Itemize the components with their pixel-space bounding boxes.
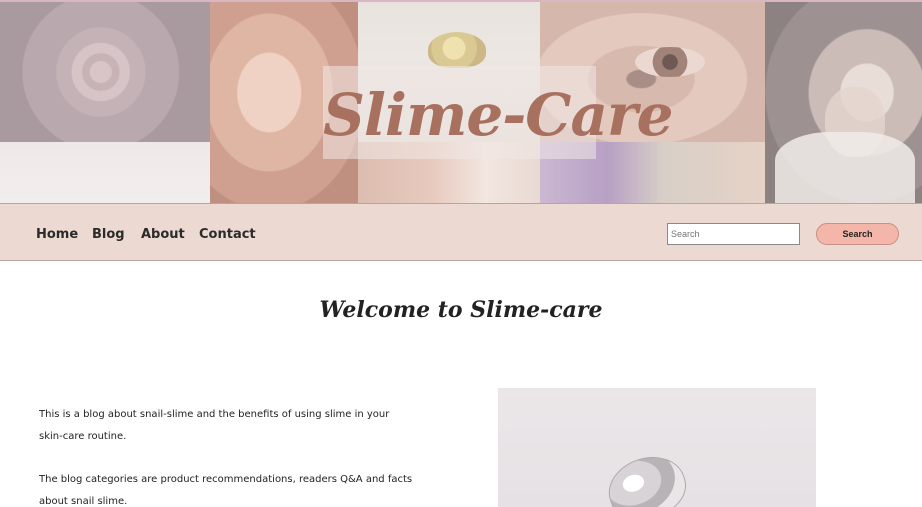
main-navigation: Home Blog About Contact Search [0,203,922,261]
nav-link-blog[interactable]: Blog [92,227,125,242]
snail-shape [428,32,486,68]
intro-paragraph: The blog categories are product recommen… [39,474,413,507]
banner-photo-serum [0,142,210,203]
nav-link-about[interactable]: About [141,227,185,242]
intro-paragraph: This is a blog about snail-slime and the… [39,409,390,442]
site-logo[interactable]: Slime-Care [323,70,674,160]
intro-text: This is a blog about snail-slime and the… [39,404,414,507]
eye-shape [635,47,705,77]
shirt-shape [775,132,915,203]
top-border [0,0,922,2]
search-button[interactable]: Search [816,223,899,245]
slime-drop-image [498,388,816,507]
header-banner: Slime-Care [0,0,922,203]
nav-link-home[interactable]: Home [36,227,78,242]
slime-drop-shape [600,447,694,507]
search-input[interactable] [667,223,800,245]
banner-photo-woman [765,2,922,203]
welcome-heading: Welcome to Slime-care [319,297,603,323]
banner-photo-snail-shell [0,2,210,142]
nav-link-contact[interactable]: Contact [199,227,256,242]
